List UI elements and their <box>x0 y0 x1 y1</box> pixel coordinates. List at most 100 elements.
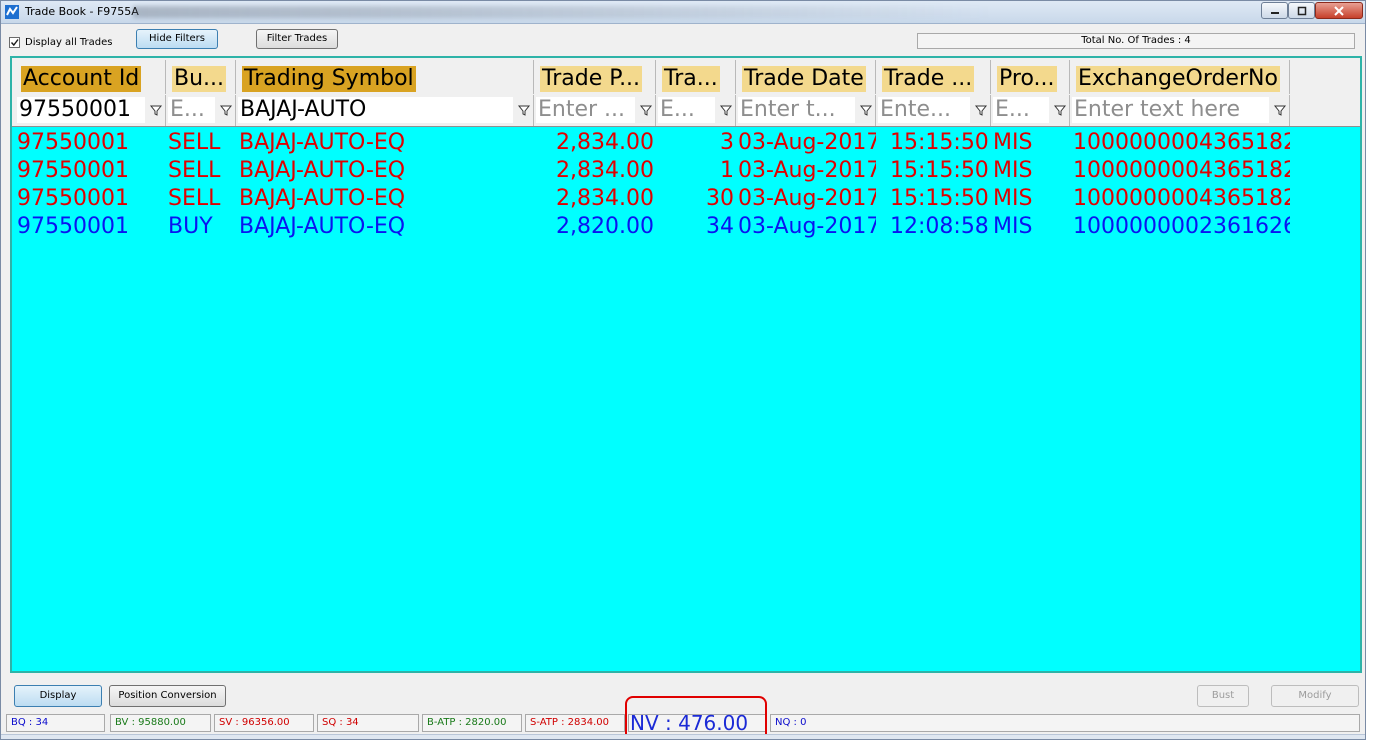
cell-qty: 1 <box>720 158 734 183</box>
column-header-exchange-order-no[interactable]: ExchangeOrderNo <box>1070 60 1290 94</box>
column-header-label: Account Id <box>21 66 142 92</box>
maximize-icon <box>1297 6 1306 15</box>
filter-cell-trade-time: Ente... <box>876 95 991 126</box>
filter-input-product[interactable]: E... <box>993 97 1049 123</box>
column-header-trade-qty[interactable]: Tra... <box>656 60 736 94</box>
filter-cell-trade-qty: E... <box>656 95 736 126</box>
table-row[interactable]: 97550001 SELL BAJAJ-AUTO-EQ 2,834.00 1 03-Aug… <box>12 157 1360 185</box>
filter-cell-trade-price: Enter ... <box>534 95 656 126</box>
cell-order-no: 1000000002361626 <box>1073 214 1290 239</box>
column-header-trade-price[interactable]: Trade P... <box>534 60 656 94</box>
cell-buy-sell: BUY <box>168 214 213 239</box>
maximize-button[interactable] <box>1288 2 1315 19</box>
taskbar-strip <box>1 734 1365 739</box>
cell-buy-sell: SELL <box>168 158 221 183</box>
filter-input-buy-sell[interactable]: E... <box>168 97 215 123</box>
hide-filters-button[interactable]: Hide Filters <box>136 29 218 49</box>
cell-account-id: 97550001 <box>17 158 129 183</box>
cell-price: 2,834.00 <box>556 130 654 155</box>
cell-time: 15:15:50 <box>890 158 989 183</box>
filter-input-trade-qty[interactable]: E... <box>658 97 715 123</box>
filter-icon[interactable] <box>858 101 874 119</box>
column-header-trading-symbol[interactable]: Trading Symbol <box>236 60 534 94</box>
cell-qty: 30 <box>706 186 734 211</box>
cell-price: 2,834.00 <box>556 158 654 183</box>
minimize-button[interactable] <box>1261 2 1288 19</box>
filter-input-account-id[interactable]: 97550001 <box>17 97 145 123</box>
filter-icon[interactable] <box>638 101 654 119</box>
column-header-trade-time[interactable]: Trade ... <box>876 60 991 94</box>
cell-qty: 34 <box>706 214 734 239</box>
column-header-label: Bu... <box>172 66 227 92</box>
filter-icon[interactable] <box>718 101 734 119</box>
position-conversion-button[interactable]: Position Conversion <box>109 685 226 707</box>
filter-input-exchange-order-no[interactable]: Enter text here <box>1072 97 1269 123</box>
cell-symbol: BAJAJ-AUTO-EQ <box>239 158 406 183</box>
column-header-label: ExchangeOrderNo <box>1076 66 1280 92</box>
filter-cell-trade-date: Enter t... <box>736 95 876 126</box>
cell-price: 2,834.00 <box>556 186 654 211</box>
cell-symbol: BAJAJ-AUTO-EQ <box>239 186 406 211</box>
cell-account-id: 97550001 <box>17 130 129 155</box>
filter-icon[interactable] <box>1052 101 1068 119</box>
app-icon <box>5 5 19 19</box>
trade-grid[interactable]: Account Id Bu... Trading Symbol Trade P.… <box>10 56 1362 673</box>
filter-icon[interactable] <box>973 101 989 119</box>
column-header-label: Tra... <box>662 66 720 92</box>
filter-icon[interactable] <box>516 101 532 119</box>
cell-date: 03-Aug-2017 <box>738 130 876 155</box>
cell-product: MIS <box>993 130 1033 155</box>
filter-trades-button[interactable]: Filter Trades <box>256 29 338 49</box>
filter-cell-buy-sell: E... <box>166 95 236 126</box>
cell-buy-sell: SELL <box>168 186 221 211</box>
cell-buy-sell: SELL <box>168 130 221 155</box>
cell-price: 2,820.00 <box>556 214 654 239</box>
filter-row: 97550001 E... BAJAJ-AUTO Enter ... E... … <box>12 94 1360 127</box>
column-header-buy-sell[interactable]: Bu... <box>166 60 236 94</box>
table-row[interactable]: 97550001 SELL BAJAJ-AUTO-EQ 2,834.00 3 03-Aug… <box>12 129 1360 157</box>
trade-book-window: Trade Book - F9755A Display all Trades H… <box>0 0 1366 740</box>
column-header-account-id[interactable]: Account Id <box>15 60 166 94</box>
filter-icon[interactable] <box>1272 101 1288 119</box>
cell-product: MIS <box>993 214 1033 239</box>
close-icon <box>1334 5 1344 16</box>
column-header-product[interactable]: Pro... <box>991 60 1070 94</box>
status-satp: S-ATP : 2834.00 <box>525 714 625 732</box>
filter-cell-trading-symbol: BAJAJ-AUTO <box>236 95 534 126</box>
column-header-label: Pro... <box>997 66 1057 92</box>
cell-date: 03-Aug-2017 <box>738 214 876 239</box>
table-row[interactable]: 97550001 SELL BAJAJ-AUTO-EQ 2,834.00 30 03-Au… <box>12 185 1360 213</box>
column-header-label: Trade ... <box>882 66 975 92</box>
column-header-trade-date[interactable]: Trade Date <box>736 60 876 94</box>
modify-button[interactable]: Modify <box>1271 685 1359 707</box>
cell-symbol: BAJAJ-AUTO-EQ <box>239 130 406 155</box>
filter-input-trade-date[interactable]: Enter t... <box>738 97 855 123</box>
title-bar[interactable]: Trade Book - F9755A <box>1 1 1365 24</box>
filter-icon[interactable] <box>148 101 164 119</box>
filter-input-trade-price[interactable]: Enter ... <box>536 97 635 123</box>
table-row[interactable]: 97550001 BUY BAJAJ-AUTO-EQ 2,820.00 34 03-Aug… <box>12 213 1360 241</box>
cell-date: 03-Aug-2017 <box>738 158 876 183</box>
cell-account-id: 97550001 <box>17 214 129 239</box>
close-button[interactable] <box>1315 2 1363 19</box>
title-blur <box>133 6 993 18</box>
display-all-trades-label: Display all Trades <box>25 37 113 48</box>
column-header-label: Trade Date <box>742 66 866 92</box>
status-nq: NQ : 0 <box>770 714 1360 732</box>
cell-date: 03-Aug-2017 <box>738 186 876 211</box>
cell-order-no: 1000000004365182 <box>1073 130 1290 155</box>
cell-time: 12:08:58 <box>890 214 989 239</box>
status-batp: B-ATP : 2820.00 <box>422 714 522 732</box>
filter-input-trading-symbol[interactable]: BAJAJ-AUTO <box>238 97 513 123</box>
check-icon <box>10 39 19 47</box>
filter-icon[interactable] <box>218 101 234 119</box>
cell-symbol: BAJAJ-AUTO-EQ <box>239 214 406 239</box>
filter-cell-exchange-order-no: Enter text here <box>1070 95 1290 126</box>
filter-input-trade-time[interactable]: Ente... <box>878 97 970 123</box>
column-header-label: Trading Symbol <box>242 66 416 92</box>
display-button[interactable]: Display <box>14 685 102 707</box>
column-header-label: Trade P... <box>540 66 643 92</box>
bust-button[interactable]: Bust <box>1197 685 1249 707</box>
cell-product: MIS <box>993 186 1033 211</box>
display-all-trades-checkbox[interactable] <box>9 37 20 48</box>
